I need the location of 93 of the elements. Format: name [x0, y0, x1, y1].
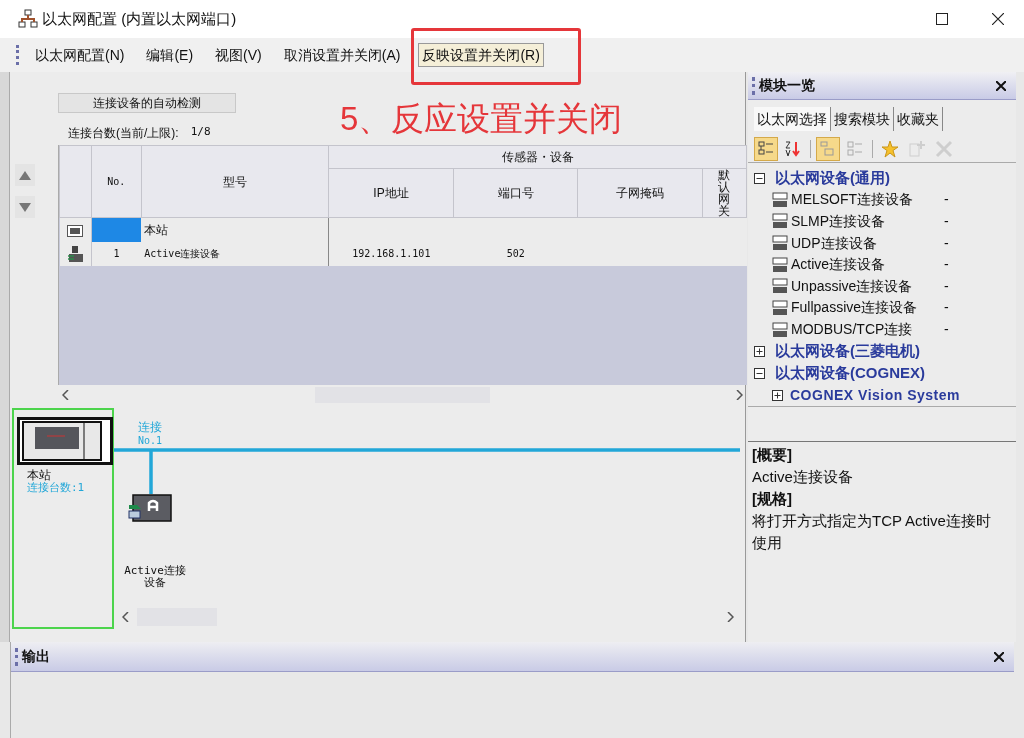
tree-item[interactable]: Fullpassive连接设备 — [791, 297, 941, 319]
tab[interactable]: 以太网选择 — [754, 107, 831, 131]
table-cell: Active连接设备 — [141, 241, 329, 266]
connection-label: 连接 — [138, 421, 162, 434]
up-arrow-icon — [19, 170, 31, 180]
device-label: Active连接设备 — [123, 565, 187, 589]
menu-item[interactable]: 编辑(E) — [142, 43, 198, 67]
move-down-button[interactable] — [15, 196, 35, 218]
app-icon — [18, 9, 38, 29]
item-note: - — [944, 255, 949, 275]
collapse-icon[interactable] — [754, 367, 765, 379]
module-icon — [772, 256, 788, 273]
grip-handle[interactable] — [16, 45, 19, 65]
collapse-icon — [846, 139, 864, 158]
tree-group[interactable]: COGNEX Vision System — [790, 384, 960, 406]
tree-item[interactable]: MELSOFT连接设备 — [791, 189, 941, 211]
panel-title: 输出 — [22, 647, 51, 666]
maximize-icon[interactable] — [936, 13, 948, 25]
scroll-right-icon[interactable] — [727, 612, 734, 622]
expand-icon[interactable] — [754, 345, 765, 357]
star-icon — [881, 139, 899, 158]
panel-title: 模块一览 — [759, 76, 816, 95]
item-note: - — [944, 190, 949, 210]
count-label: 连接台数(当前/上限): — [68, 125, 179, 142]
scroll-left-icon[interactable] — [122, 612, 129, 622]
station-icon — [67, 224, 84, 237]
grip-handle[interactable] — [15, 647, 18, 666]
description-text: 将打开方式指定为TCP Active连接时使用 — [752, 511, 992, 553]
tree-item[interactable]: Unpassive连接设备 — [791, 275, 941, 297]
table-cell: 192.168.1.101 — [328, 241, 454, 266]
menu-item[interactable]: 以太网配置(N) — [31, 43, 129, 67]
tab[interactable]: 搜索模块 — [831, 107, 894, 131]
table-cell: 1 — [91, 241, 142, 266]
tree-group[interactable]: 以太网设备(通用) — [775, 166, 890, 190]
connection-number: No.1 — [138, 436, 163, 446]
menu-item[interactable]: 反映设置并关闭(R) — [418, 43, 544, 67]
tree-group[interactable]: 以太网设备(三菱电机) — [775, 340, 920, 363]
module-icon — [772, 191, 788, 208]
device-icon — [67, 246, 84, 263]
column-header[interactable]: IP地址 — [328, 168, 454, 218]
module-icon — [772, 213, 788, 230]
auto-detect-button[interactable]: 连接设备的自动检测 — [58, 93, 236, 113]
window-title: 以太网配置 (内置以太网端口) — [42, 8, 237, 29]
tab[interactable]: 收藏夹 — [894, 107, 943, 131]
tree-item[interactable]: UDP连接设备 — [791, 232, 941, 254]
column-header[interactable]: 默认网关 — [702, 168, 747, 218]
station-label: 本站 — [27, 467, 51, 482]
station-count: 连接台数:1 — [27, 480, 85, 496]
module-icon — [772, 321, 788, 338]
tree-item[interactable]: SLMP连接设备 — [791, 210, 941, 232]
description-text: Active连接设备 — [752, 467, 854, 487]
module-icon — [772, 235, 788, 252]
expand-icon[interactable] — [772, 389, 783, 401]
section-heading: [规格] — [752, 489, 793, 509]
module-icon — [772, 299, 788, 316]
menu-item[interactable]: 视图(V) — [211, 43, 266, 67]
close-icon[interactable] — [992, 13, 1004, 25]
station-drawing[interactable] — [17, 417, 113, 465]
category-button[interactable] — [754, 136, 778, 161]
column-header[interactable]: 端口号 — [453, 168, 578, 218]
device-drawing[interactable] — [128, 494, 172, 522]
scroll-right-icon[interactable] — [736, 390, 743, 400]
item-note: - — [944, 276, 949, 296]
column-header[interactable]: 型号 — [141, 145, 329, 218]
item-note: - — [944, 298, 949, 318]
column-group-header: 传感器・设备 — [328, 145, 747, 169]
column-header[interactable]: No. — [91, 145, 142, 218]
column-header[interactable]: 子网掩码 — [577, 168, 703, 218]
category-icon — [757, 139, 775, 158]
module-icon — [772, 278, 788, 295]
annotation-text: 5、反应设置并关闭 — [340, 99, 623, 139]
tree-item[interactable]: MODBUS/TCP连接 — [791, 319, 941, 341]
scroll-left-icon[interactable] — [62, 390, 69, 400]
item-note: - — [944, 233, 949, 253]
item-note: - — [944, 320, 949, 340]
down-arrow-icon — [19, 202, 31, 212]
item-note: - — [944, 211, 949, 231]
delete-icon — [935, 139, 953, 158]
count-value: 1/8 — [190, 124, 211, 140]
table-cell: 本站 — [141, 217, 329, 242]
tree-group[interactable]: 以太网设备(COGNEX) — [775, 362, 925, 385]
sort-icon — [784, 139, 802, 158]
menu-item[interactable]: 取消设置并关闭(A) — [279, 43, 405, 67]
collapse-icon[interactable] — [754, 172, 765, 184]
tree-item[interactable]: Active连接设备 — [791, 254, 941, 276]
table-cell: 502 — [453, 241, 578, 266]
close-icon[interactable] — [994, 651, 1004, 662]
close-icon[interactable] — [996, 80, 1006, 91]
add-icon — [908, 139, 926, 158]
section-heading: [概要] — [752, 445, 793, 465]
expand-icon — [819, 139, 837, 158]
move-up-button[interactable] — [15, 164, 35, 186]
grip-handle[interactable] — [752, 76, 755, 95]
